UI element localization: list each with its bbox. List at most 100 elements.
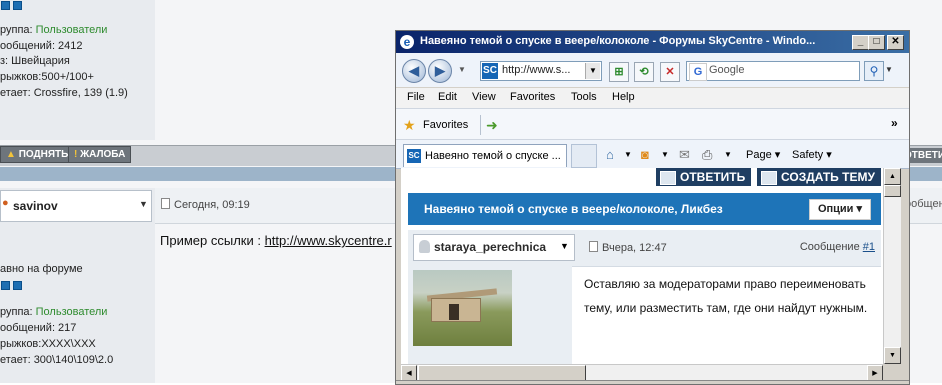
username: staraya_perechnica: [434, 240, 547, 254]
document-icon: [161, 198, 170, 209]
home-dropdown-icon[interactable]: ▼: [624, 150, 632, 159]
horizontal-scrollbar[interactable]: ◀ ▶: [401, 364, 883, 381]
address-dropdown-icon[interactable]: ▼: [585, 63, 600, 79]
horizontal-scroll-thumb[interactable]: [418, 365, 586, 381]
print-dropdown-icon[interactable]: ▼: [724, 150, 732, 159]
post-number: Сообщение #1: [800, 241, 875, 253]
scroll-right-icon[interactable]: ▶: [867, 365, 883, 381]
profile-sidebar: [0, 0, 155, 140]
print-icon[interactable]: ⎙: [702, 147, 712, 163]
message-number-edge: ообщение: [905, 198, 942, 210]
menu-help[interactable]: Help: [612, 91, 635, 103]
menu-tools[interactable]: Tools: [571, 91, 597, 103]
safety-menu[interactable]: Safety ▾: [792, 148, 832, 161]
rank-indicator: [1, 281, 10, 290]
title-bar[interactable]: e Навеяно темой о спуске в веере/колокол…: [396, 31, 909, 53]
menu-bar: File Edit View Favorites Tools Help: [396, 88, 909, 109]
post-header: staraya_perechnica ▼ Вчера, 12:47 Сообще…: [408, 230, 881, 267]
group-value[interactable]: Пользователи: [36, 306, 108, 318]
post-number-link[interactable]: #1: [863, 241, 875, 253]
favorites-star-icon[interactable]: ★: [403, 117, 416, 134]
google-icon: G: [689, 63, 707, 81]
profile2-group: руппа: Пользователи: [0, 306, 107, 318]
ie-window: e Навеяно темой о спуске в веере/колокол…: [395, 30, 910, 385]
group-label: руппа:: [0, 24, 36, 36]
search-input[interactable]: G Google: [686, 61, 860, 81]
post-date-text: Вчера, 12:47: [602, 242, 667, 254]
rank-indicator: [13, 1, 22, 10]
add-favorite-icon[interactable]: ➜: [486, 117, 498, 134]
scroll-thumb[interactable]: [884, 185, 901, 197]
page-content: ОТВЕТИТЬ СОЗДАТЬ ТЕМУ Навеяно темой о сп…: [401, 168, 883, 364]
menu-view[interactable]: View: [472, 91, 496, 103]
home-icon[interactable]: ⌂: [606, 147, 614, 162]
post-date: Сегодня, 09:19: [161, 198, 250, 211]
history-dropdown-icon[interactable]: ▼: [458, 65, 466, 74]
compatibility-icon[interactable]: ⊞: [609, 62, 629, 82]
user-dropdown[interactable]: staraya_perechnica ▼: [413, 234, 575, 261]
group-value[interactable]: Пользователи: [36, 24, 108, 36]
options-button[interactable]: Опции ▾: [809, 199, 871, 220]
raise-label: ПОДНЯТЬ: [18, 149, 69, 160]
menu-file[interactable]: File: [407, 91, 425, 103]
tab-active[interactable]: SC Навеяно темой о спуске ...: [403, 144, 567, 167]
page-menu[interactable]: Page ▾: [746, 148, 780, 161]
document-icon: [589, 241, 598, 252]
chevron-more-icon[interactable]: »: [891, 116, 898, 130]
post-body-text: Пример ссылки :: [160, 233, 265, 248]
thread-title: Навеяно темой о спуске в веере/колоколе,…: [424, 202, 723, 216]
ie-logo-icon: e: [400, 35, 414, 49]
scroll-up-icon[interactable]: ▲: [884, 168, 901, 185]
toolbar-divider: [480, 115, 481, 135]
username: savinov: [13, 199, 58, 213]
tab-bar: SC Навеяно темой о спуске ... ⌂ ▼ ◙ ▼ ✉ …: [396, 140, 909, 169]
post-body-text: Оставляю за модераторами право переимено…: [584, 277, 868, 315]
avatar[interactable]: [413, 270, 512, 346]
reply-button[interactable]: ОТВЕТИТЬ: [656, 168, 752, 186]
new-tab-button[interactable]: [571, 144, 597, 168]
post-date-text: Сегодня, 09:19: [174, 199, 250, 211]
stop-icon[interactable]: ✕: [660, 62, 680, 82]
search-go-icon[interactable]: ⚲: [864, 61, 884, 81]
complaint-button[interactable]: ! ЖАЛОБА: [68, 146, 132, 163]
complaint-label: ЖАЛОБА: [80, 149, 126, 160]
refresh-icon[interactable]: ⟲: [634, 62, 654, 82]
close-button[interactable]: ✕: [887, 35, 904, 50]
profile-group: руппа: Пользователи: [0, 24, 107, 36]
thread-header: Навеяно темой о спуске в веере/колоколе,…: [408, 193, 881, 225]
rss-dropdown-icon[interactable]: ▼: [661, 150, 669, 159]
user-icon: [419, 240, 430, 253]
rss-icon[interactable]: ◙: [641, 147, 649, 162]
maximize-button[interactable]: □: [868, 35, 885, 50]
search-options-icon[interactable]: ▼: [884, 61, 894, 79]
address-text: http://www.s...: [502, 64, 571, 76]
scroll-left-icon[interactable]: ◀: [401, 365, 417, 381]
menu-favorites[interactable]: Favorites: [510, 91, 555, 103]
back-icon[interactable]: ◀: [402, 59, 426, 83]
group-label: руппа:: [0, 306, 36, 318]
vertical-scrollbar[interactable]: ▲ ▼: [883, 168, 901, 364]
profile-location: з: Швейцария: [0, 55, 70, 67]
reply-label: ОТВЕТИТЬ: [680, 170, 746, 184]
post-number-label: Сообщение: [799, 241, 863, 253]
site-favicon: SC: [407, 149, 421, 163]
avatar-door: [449, 304, 459, 320]
menu-edit[interactable]: Edit: [438, 91, 457, 103]
minimize-button[interactable]: _: [852, 35, 869, 50]
raise-icon: ▲: [6, 149, 16, 160]
favorites-button[interactable]: Favorites: [423, 119, 468, 131]
create-topic-button[interactable]: СОЗДАТЬ ТЕМУ: [757, 168, 881, 186]
search-placeholder: Google: [709, 64, 745, 76]
post-body: Пример ссылки : http://www.skycentre.r: [160, 233, 392, 248]
scroll-down-icon[interactable]: ▼: [884, 347, 901, 364]
create-topic-label: СОЗДАТЬ ТЕМУ: [781, 170, 875, 184]
address-bar[interactable]: SC http://www.s... ▼: [480, 61, 602, 81]
post-author-panel: [408, 266, 572, 364]
create-topic-icon: [761, 171, 777, 185]
raise-button[interactable]: ▲ ПОДНЯТЬ: [0, 146, 75, 163]
site-favicon: SC: [482, 63, 498, 79]
user-dropdown[interactable]: ● savinov ▼: [0, 190, 152, 222]
mail-icon[interactable]: ✉: [679, 147, 690, 163]
post-link[interactable]: http://www.skycentre.r: [265, 233, 392, 248]
forward-icon[interactable]: ▶: [428, 59, 452, 83]
